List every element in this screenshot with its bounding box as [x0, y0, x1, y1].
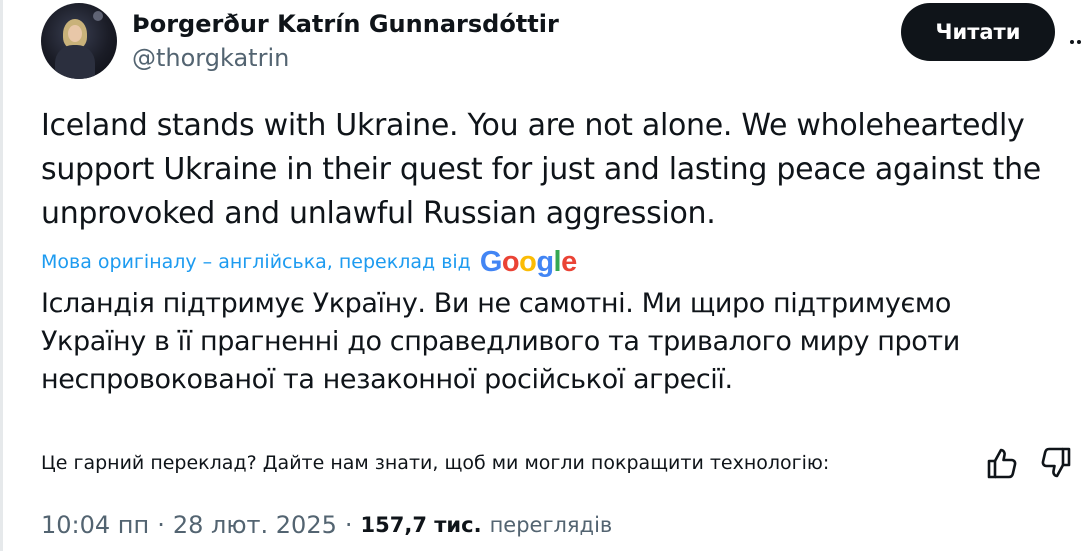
more-icon[interactable]: [1070, 22, 1090, 62]
thumbs-up-icon-glyph: [987, 448, 1017, 479]
translation-attribution[interactable]: Мова оригіналу – англійська, переклад ві…: [41, 244, 577, 280]
thumbs-up-icon[interactable]: [985, 445, 1019, 481]
avatar[interactable]: [41, 3, 117, 79]
views-label[interactable]: переглядів: [490, 507, 613, 543]
more-dot: [1070, 40, 1074, 44]
tweet-meta: 10:04 пп · 28 лют. 2025 · 157,7 тис. пер…: [41, 507, 612, 543]
author-handle[interactable]: @thorgkatrin: [132, 41, 559, 75]
tweet-time[interactable]: 10:04 пп: [41, 507, 149, 543]
more-dot: [1077, 40, 1081, 44]
avatar-background: [93, 11, 103, 21]
author-info: Þorgerður Katrín Gunnarsdóttir @thorgkat…: [132, 7, 559, 75]
follow-button[interactable]: Читати: [901, 3, 1055, 61]
meta-separator: ·: [344, 511, 353, 539]
thumbs-down-icon[interactable]: [1039, 445, 1073, 481]
tweet-translated-text: Ісландія підтримує Україну. Ви не самотн…: [41, 288, 960, 395]
avatar-body: [55, 45, 95, 79]
meta-separator: ·: [157, 511, 165, 539]
feedback-prompt: Це гарний переклад? Дайте нам знати, щоб…: [41, 452, 830, 474]
thumbs-down-icon-glyph: [1041, 447, 1071, 478]
tweet-date[interactable]: 28 лют. 2025: [173, 507, 337, 543]
tweet-header: Þorgerður Katrín Gunnarsdóttir @thorgkat…: [41, 3, 559, 79]
divider: [0, 0, 3, 551]
views-count[interactable]: 157,7 тис.: [361, 507, 482, 543]
translation-note-text[interactable]: Мова оригіналу – англійська, переклад ві…: [41, 244, 471, 280]
tweet-card: Þorgerður Katrín Gunnarsdóttir @thorgkat…: [0, 0, 1090, 551]
author-display-name[interactable]: Þorgerður Katrín Gunnarsdóttir: [132, 7, 559, 41]
avatar-face: [68, 25, 82, 42]
google-logo: Google: [479, 246, 577, 278]
translation-feedback: Це гарний переклад? Дайте нам знати, щоб…: [41, 445, 1081, 481]
tweet-original-text: Iceland stands with Ukraine. You are not…: [41, 108, 1041, 231]
